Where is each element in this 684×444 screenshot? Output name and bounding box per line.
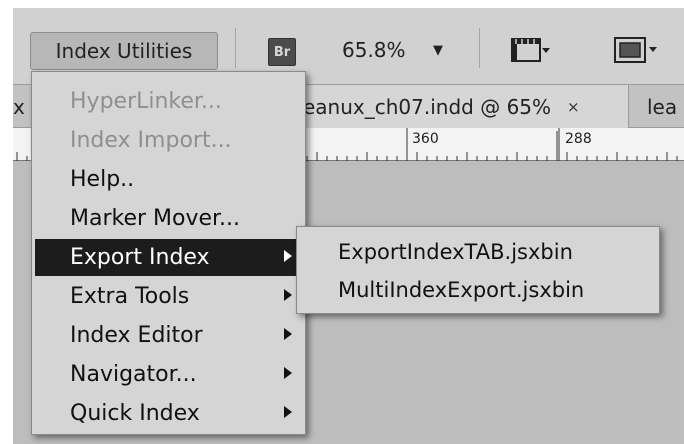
menu-item-label: Index Editor	[70, 323, 203, 348]
app-window: Index Utilities Br 65.8% ▼ x eanux_ch07.…	[13, 8, 684, 444]
ruler-label: 288	[565, 131, 592, 147]
tab-label: eanux_ch07.indd @ 65%	[303, 95, 552, 119]
tab-label: lea	[647, 95, 678, 119]
export-index-submenu: ExportIndexTAB.jsxbin MultiIndexExport.j…	[296, 226, 660, 314]
menu-item-label: HyperLinker...	[70, 89, 222, 114]
menu-item-export-index[interactable]: Export Index	[35, 239, 302, 276]
view-options-icon[interactable]	[510, 36, 550, 68]
tab-next-document[interactable]: lea	[629, 85, 684, 129]
menu-item-label: Export Index	[70, 245, 210, 270]
menu-item-quick-index[interactable]: Quick Index	[35, 395, 302, 432]
menu-item-label: Index Import...	[70, 128, 232, 153]
submenu-item-label: ExportIndexTAB.jsxbin	[338, 240, 573, 264]
submenu-item-exportindextab[interactable]: ExportIndexTAB.jsxbin	[300, 234, 656, 270]
tab-label: x	[13, 95, 25, 119]
tab-previous-document[interactable]: x	[13, 85, 33, 129]
submenu-arrow-icon	[284, 406, 292, 418]
menu-item-label: Quick Index	[70, 401, 200, 426]
bridge-button[interactable]: Br	[268, 38, 296, 66]
menu-item-extra-tools[interactable]: Extra Tools	[35, 278, 302, 315]
ruler-label: 360	[412, 131, 439, 147]
submenu-arrow-icon	[284, 367, 292, 379]
toolbar-divider	[479, 28, 480, 68]
menu-item-marker-mover[interactable]: Marker Mover...	[35, 200, 302, 237]
menu-item-index-editor[interactable]: Index Editor	[35, 317, 302, 354]
tab-leanux-ch07[interactable]: eanux_ch07.indd @ 65% ×	[299, 85, 629, 129]
close-tab-icon[interactable]: ×	[567, 98, 580, 116]
submenu-arrow-icon	[284, 328, 292, 340]
menu-item-label: Help..	[70, 167, 135, 192]
toolbar-divider	[235, 28, 236, 68]
menu-item-index-import[interactable]: Index Import...	[35, 122, 302, 159]
menu-item-label: Navigator...	[70, 362, 197, 387]
zoom-dropdown-icon[interactable]: ▼	[433, 43, 443, 58]
submenu-item-label: MultiIndexExport.jsxbin	[338, 278, 585, 302]
submenu-item-multiindexexport[interactable]: MultiIndexExport.jsxbin	[300, 272, 656, 308]
screen-mode-icon[interactable]	[613, 35, 659, 69]
menu-item-label: Extra Tools	[70, 284, 190, 309]
menu-item-help[interactable]: Help..	[35, 161, 302, 198]
index-utilities-dropdown-menu: HyperLinker... Index Import... Help.. Ma…	[31, 71, 306, 435]
zoom-level[interactable]: 65.8%	[342, 38, 406, 62]
submenu-arrow-icon	[284, 250, 292, 262]
menu-item-hyperlinker[interactable]: HyperLinker...	[35, 83, 302, 120]
menu-item-label: Marker Mover...	[70, 206, 241, 231]
menu-item-navigator[interactable]: Navigator...	[35, 356, 302, 393]
submenu-arrow-icon	[284, 289, 292, 301]
index-utilities-menu-button[interactable]: Index Utilities	[30, 32, 218, 70]
